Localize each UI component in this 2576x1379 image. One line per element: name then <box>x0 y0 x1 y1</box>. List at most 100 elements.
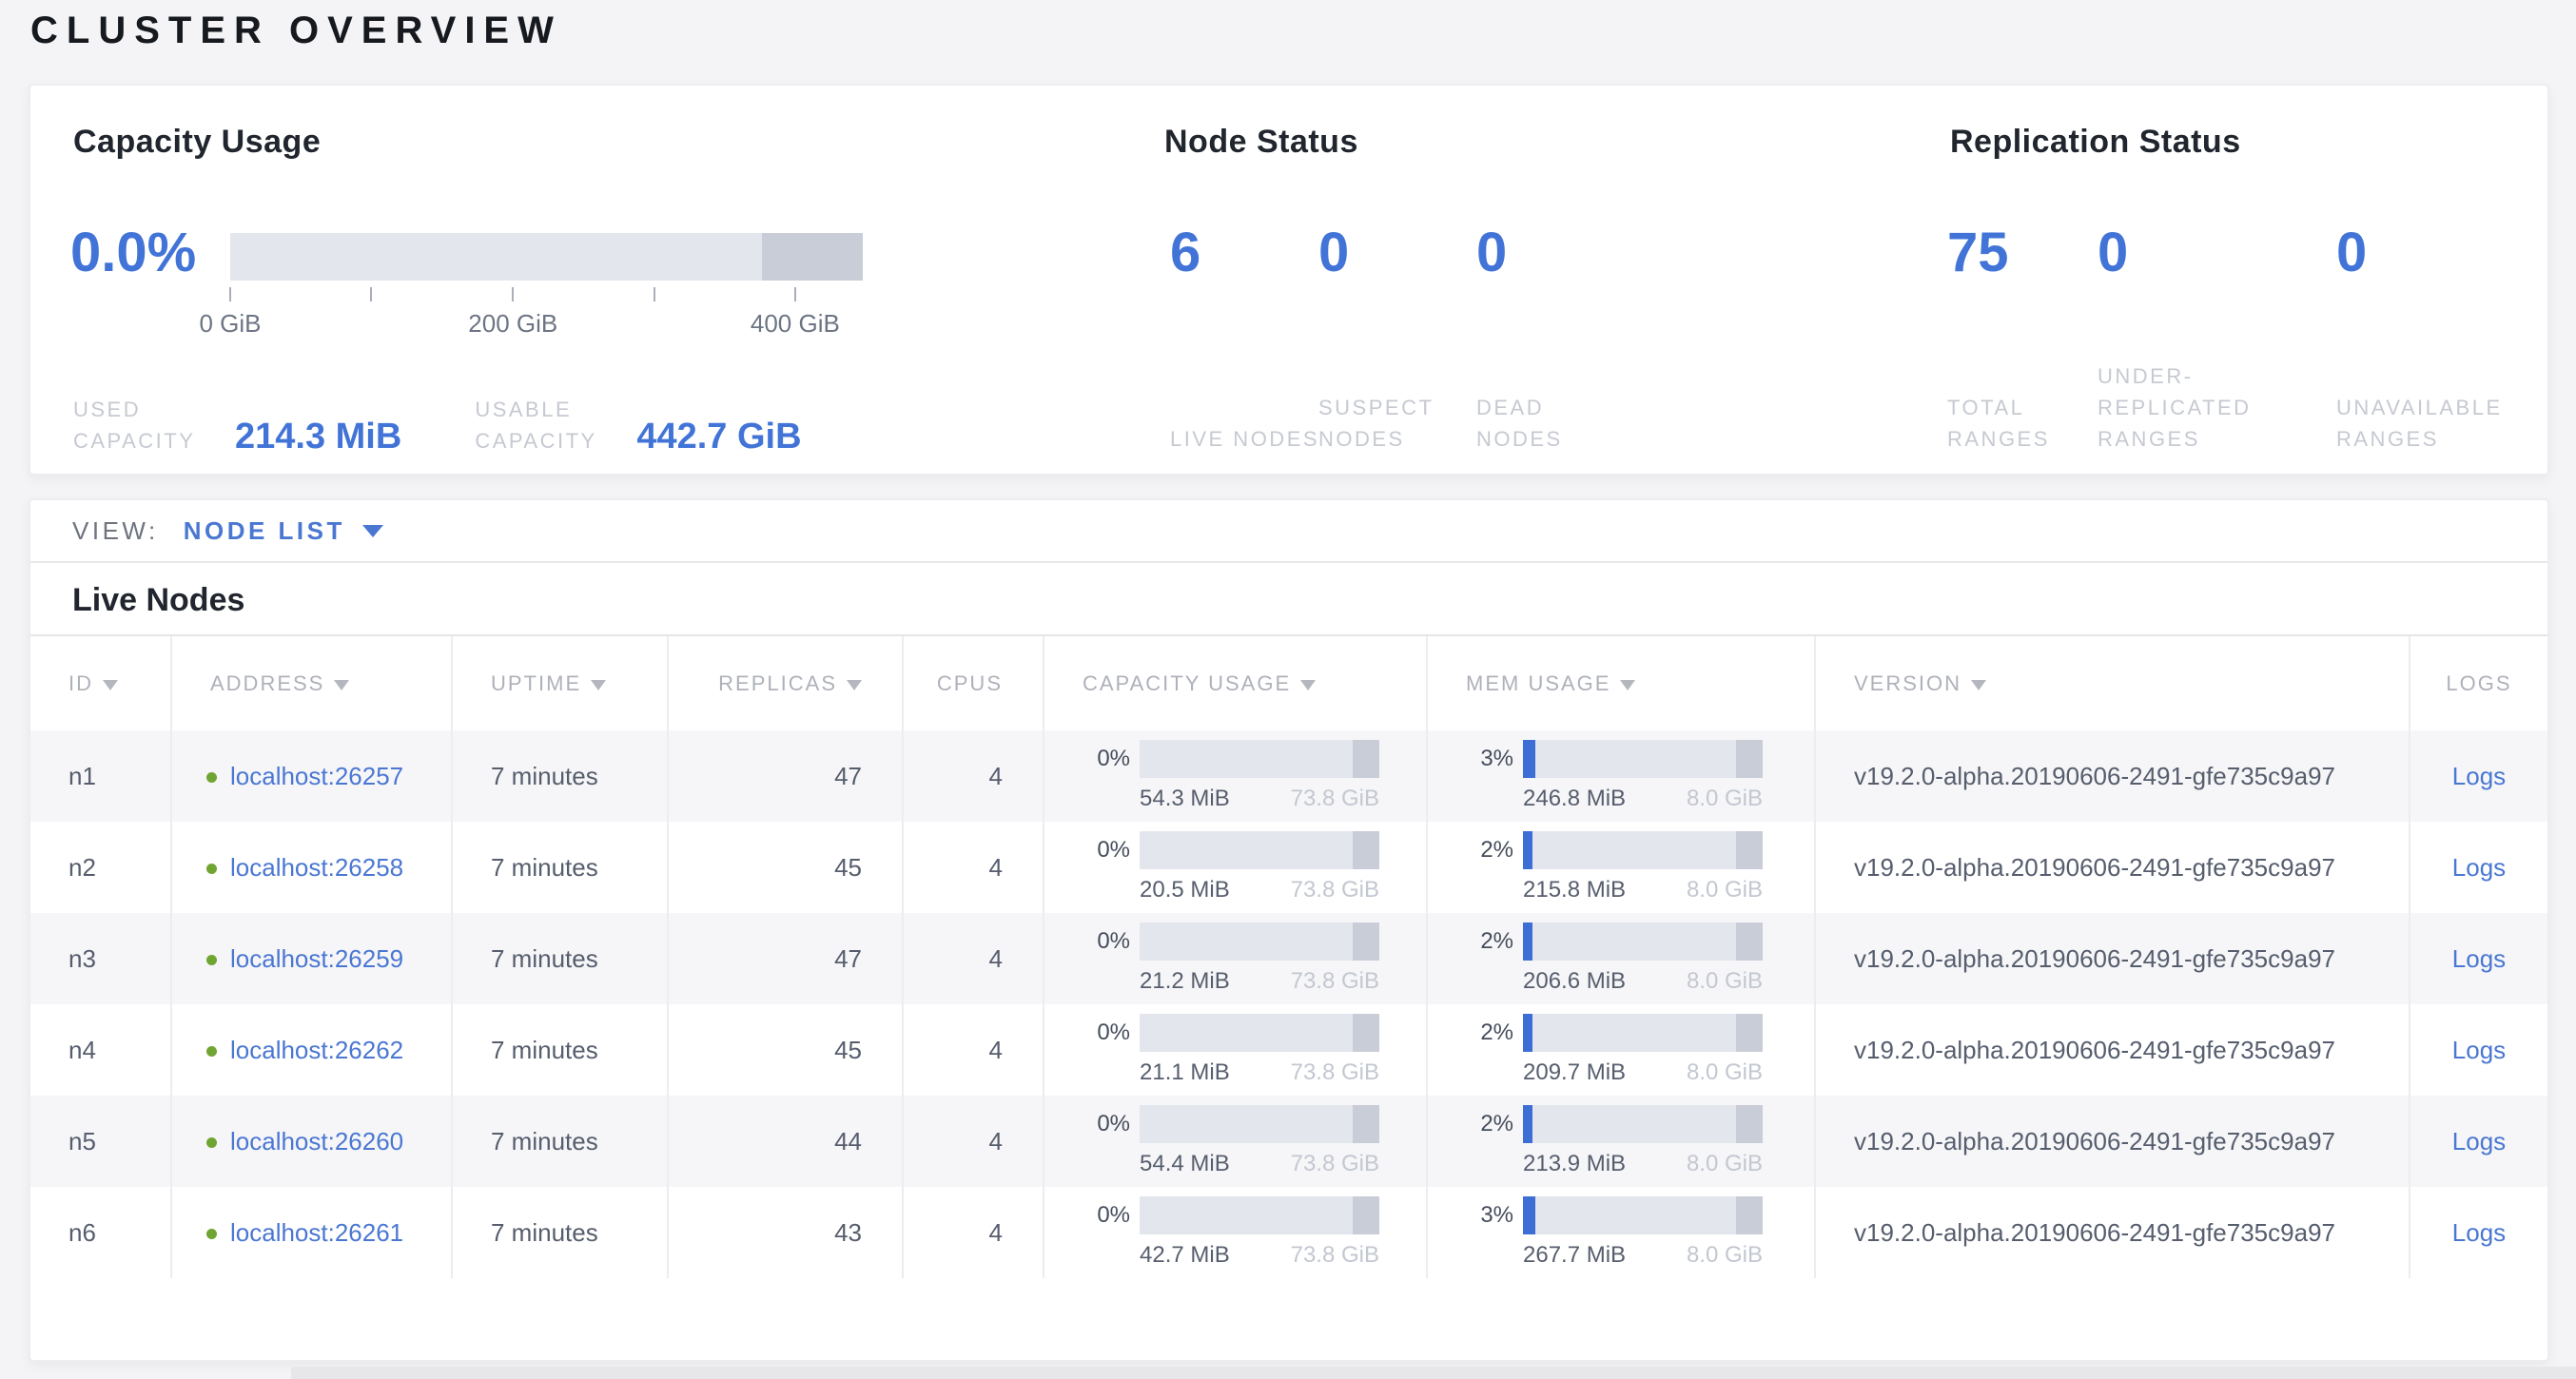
version-cell: v19.2.0-alpha.20190606-2491-gfe735c9a97 <box>1815 1096 2410 1187</box>
logs-link[interactable]: Logs <box>2452 1127 2506 1156</box>
mem-percent: 3% <box>1458 746 1513 772</box>
column-header[interactable]: ADDRESS <box>171 635 452 730</box>
table-row: n1 localhost:26257 7 minutes 47 4 0% 54.… <box>30 730 2547 822</box>
stat-value: 0 <box>2336 225 2367 281</box>
stat-label: UNAVAILABLE RANGES <box>2336 392 2531 455</box>
address-link[interactable]: localhost:26257 <box>230 762 403 790</box>
meter-fill <box>1523 923 1532 961</box>
mem-used-value: 215.8 MiB <box>1523 877 1626 903</box>
column-header[interactable]: CPUS <box>903 635 1044 730</box>
table-row: n3 localhost:26259 7 minutes 47 4 0% 21.… <box>30 913 2547 1004</box>
column-header[interactable]: ID <box>30 635 171 730</box>
capacity-percent: 0% <box>1075 1202 1130 1229</box>
node-address-cell: localhost:26261 <box>171 1187 452 1278</box>
column-header[interactable]: VERSION <box>1815 635 2410 730</box>
capacity-summary-value: 214.3 MiB <box>235 418 401 456</box>
column-header-label: REPLICAS <box>718 671 837 695</box>
view-label: VIEW: <box>72 516 159 546</box>
page-title: CLUSTER OVERVIEW <box>30 10 562 52</box>
logs-link[interactable]: Logs <box>2452 853 2506 882</box>
mem-used-value: 206.6 MiB <box>1523 968 1626 995</box>
node-id-cell: n2 <box>30 822 171 913</box>
tick-mark <box>512 287 514 301</box>
address-link[interactable]: localhost:26262 <box>230 1036 403 1064</box>
logs-link[interactable]: Logs <box>2452 1218 2506 1247</box>
meter-end-segment <box>1736 1196 1763 1234</box>
sort-arrow-icon <box>847 680 862 690</box>
capacity-percent: 0% <box>1075 1111 1130 1137</box>
address-link[interactable]: localhost:26261 <box>230 1218 403 1247</box>
tick-mark <box>229 287 231 301</box>
column-header[interactable]: MEM USAGE <box>1427 635 1815 730</box>
live-nodes-table: ID ADDRESS UPTIME REPLICAS CPUS CAPACITY… <box>30 634 2547 1278</box>
mem-total-value: 8.0 GiB <box>1687 1151 1763 1177</box>
logs-cell: Logs <box>2410 913 2547 1004</box>
capacity-usage-bar: 0 GiB 200 GiB 400 GiB <box>230 233 863 385</box>
address-link[interactable]: localhost:26258 <box>230 853 403 882</box>
tick-label: 200 GiB <box>468 309 557 339</box>
mem-usage-cell: 3% 267.7 MiB 8.0 GiB <box>1427 1187 1815 1278</box>
meter-end-segment <box>1736 1105 1763 1143</box>
stat-value: 75 <box>1947 225 2009 281</box>
mem-total-value: 8.0 GiB <box>1687 1242 1763 1269</box>
logs-cell: Logs <box>2410 1004 2547 1096</box>
capacity-total-value: 73.8 GiB <box>1291 968 1379 995</box>
status-stat: 0 DEAD NODES <box>1476 86 1629 474</box>
column-header[interactable]: REPLICAS <box>668 635 903 730</box>
capacity-summary-item: USED CAPACITY 214.3 MiB <box>73 394 401 456</box>
node-live-dot-icon <box>206 1137 217 1148</box>
column-header-label: CPUS <box>937 671 1003 695</box>
mem-meter <box>1523 923 1763 961</box>
capacity-total-value: 73.8 GiB <box>1291 1242 1379 1269</box>
mem-percent: 3% <box>1458 1202 1513 1229</box>
capacity-total-value: 73.8 GiB <box>1291 1151 1379 1177</box>
table-row: n2 localhost:26258 7 minutes 45 4 0% 20.… <box>30 822 2547 913</box>
uptime-cell: 7 minutes <box>452 913 668 1004</box>
column-header[interactable]: UPTIME <box>452 635 668 730</box>
meter-end-segment <box>1736 1014 1763 1052</box>
column-header[interactable]: LOGS <box>2410 635 2547 730</box>
uptime-cell: 7 minutes <box>452 730 668 822</box>
node-live-dot-icon <box>206 864 217 874</box>
node-address-cell: localhost:26262 <box>171 1004 452 1096</box>
capacity-percent: 0% <box>1075 746 1130 772</box>
replicas-cell: 47 <box>668 913 903 1004</box>
capacity-used-value: 54.4 MiB <box>1140 1151 1230 1177</box>
table-footer <box>30 1278 2547 1360</box>
logs-link[interactable]: Logs <box>2452 944 2506 973</box>
mem-usage-cell: 2% 213.9 MiB 8.0 GiB <box>1427 1096 1815 1187</box>
cpus-cell: 4 <box>903 822 1044 913</box>
logs-link[interactable]: Logs <box>2452 762 2506 790</box>
capacity-summary: USED CAPACITY 214.3 MiB USABLE CAPACITY … <box>73 394 802 456</box>
capacity-usage-cell: 0% 21.1 MiB 73.8 GiB <box>1044 1004 1427 1096</box>
capacity-summary-label: USED CAPACITY <box>73 394 218 456</box>
meter-end-segment <box>1353 923 1379 961</box>
capacity-bar-track <box>230 233 863 281</box>
node-id-cell: n4 <box>30 1004 171 1096</box>
capacity-used-value: 54.3 MiB <box>1140 786 1230 812</box>
stat-value: 0 <box>2098 225 2128 281</box>
capacity-summary-label: USABLE CAPACITY <box>475 394 619 456</box>
column-header[interactable]: CAPACITY USAGE <box>1044 635 1427 730</box>
uptime-cell: 7 minutes <box>452 1096 668 1187</box>
capacity-usage-cell: 0% 21.2 MiB 73.8 GiB <box>1044 913 1427 1004</box>
sort-arrow-icon <box>1300 680 1316 690</box>
view-mode-dropdown[interactable]: NODE LIST <box>184 516 383 546</box>
version-cell: v19.2.0-alpha.20190606-2491-gfe735c9a97 <box>1815 913 2410 1004</box>
capacity-usage-cell: 0% 54.4 MiB 73.8 GiB <box>1044 1096 1427 1187</box>
tick-label: 400 GiB <box>751 309 840 339</box>
node-address-cell: localhost:26259 <box>171 913 452 1004</box>
capacity-meter <box>1140 831 1379 869</box>
column-header-label: ADDRESS <box>210 671 324 695</box>
mem-meter <box>1523 1196 1763 1234</box>
mem-meter <box>1523 1014 1763 1052</box>
address-link[interactable]: localhost:26260 <box>230 1127 403 1156</box>
capacity-used-value: 42.7 MiB <box>1140 1242 1230 1269</box>
address-link[interactable]: localhost:26259 <box>230 944 403 973</box>
cpus-cell: 4 <box>903 1096 1044 1187</box>
logs-link[interactable]: Logs <box>2452 1036 2506 1064</box>
live-nodes-heading: Live Nodes <box>72 582 2547 619</box>
node-live-dot-icon <box>206 955 217 965</box>
capacity-meter <box>1140 1014 1379 1052</box>
stat-label: UNDER-REPLICATED RANGES <box>2098 360 2302 455</box>
